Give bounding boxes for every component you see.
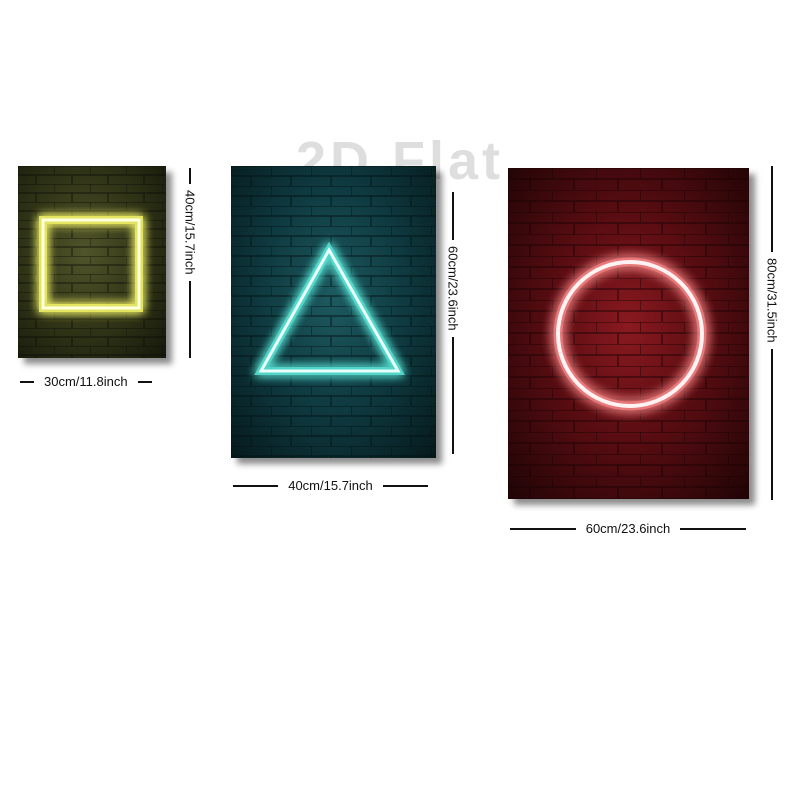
triangle-width-label: 40cm/15.7inch (288, 478, 373, 493)
circle-height-dimension: 80cm/31.5inch (762, 166, 782, 500)
dimension-line (680, 527, 746, 530)
triangle-height-label: 60cm/23.6inch (445, 246, 461, 331)
dimension-line (189, 168, 191, 184)
dimension-line (20, 380, 34, 383)
dimension-line (233, 484, 279, 487)
dimension-line (189, 280, 191, 358)
dimension-line (382, 484, 428, 487)
dimension-line (137, 380, 152, 383)
circle-width-label: 60cm/23.6inch (585, 521, 671, 536)
square-width-label: 30cm/11.8inch (44, 374, 128, 389)
circle-width-dimension: 60cm/23.6inch (510, 521, 746, 536)
square-height-label: 40cm/15.7inch (182, 190, 198, 275)
square-height-dimension: 40cm/15.7inch (180, 168, 200, 358)
poster-triangle-panel (231, 166, 436, 458)
square-width-dimension: 30cm/11.8inch (20, 374, 166, 389)
triangle-height-dimension: 60cm/23.6inch (443, 192, 463, 454)
poster-circle-panel (508, 168, 749, 499)
dimension-line (452, 336, 454, 454)
dimension-line (771, 348, 773, 500)
circle-height-label: 80cm/31.5inch (764, 258, 780, 343)
neon-square-icon (39, 216, 143, 312)
poster-square-panel (18, 166, 166, 358)
neon-circle-icon (553, 257, 707, 411)
dimension-line (771, 166, 773, 252)
triangle-width-dimension: 40cm/15.7inch (233, 478, 428, 493)
neon-triangle-icon (254, 241, 405, 375)
dimension-line (510, 527, 576, 530)
dimension-line (452, 192, 454, 240)
